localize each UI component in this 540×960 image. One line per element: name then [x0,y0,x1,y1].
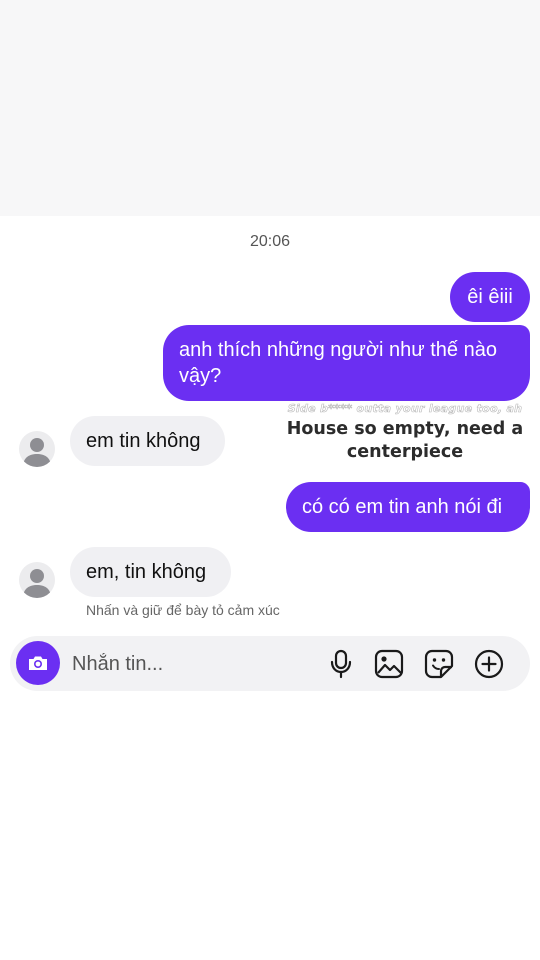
camera-button[interactable] [16,641,60,685]
message-composer [10,636,530,691]
sticker-small-text: Side b**** outta your league too, ah [287,402,523,415]
incoming-message-bubble[interactable]: em tin không [70,416,225,466]
default-avatar-icon [23,569,51,598]
microphone-icon [330,649,352,679]
camera-icon [29,656,47,670]
message-timestamp: 20:06 [249,233,291,250]
sticker-icon [424,649,454,679]
sticker-button[interactable] [422,647,456,681]
default-avatar-icon [23,438,51,467]
plus-circle-icon [474,649,504,679]
voice-message-button[interactable] [324,647,358,681]
incoming-message-bubble[interactable]: em, tin không [70,547,231,597]
outgoing-message-bubble[interactable]: có có em tin anh nói đi [286,482,530,532]
avatar[interactable] [19,431,55,467]
image-icon [374,649,404,679]
more-options-button[interactable] [472,647,506,681]
avatar[interactable] [19,562,55,598]
reaction-hint: Nhấn và giữ để bày tỏ cảm xúc [86,602,280,618]
sticker-big-text: House so empty, need a centerpiece [286,419,524,462]
message-input[interactable] [70,649,314,679]
gallery-button[interactable] [372,647,406,681]
outgoing-message-bubble[interactable]: êi êiii [450,272,530,322]
text-sticker[interactable]: Side b**** outta your league too, ah Hou… [282,403,528,464]
outgoing-message-bubble[interactable]: anh thích những người như thế nào vậy? [163,325,530,401]
top-blank-area [0,0,540,216]
